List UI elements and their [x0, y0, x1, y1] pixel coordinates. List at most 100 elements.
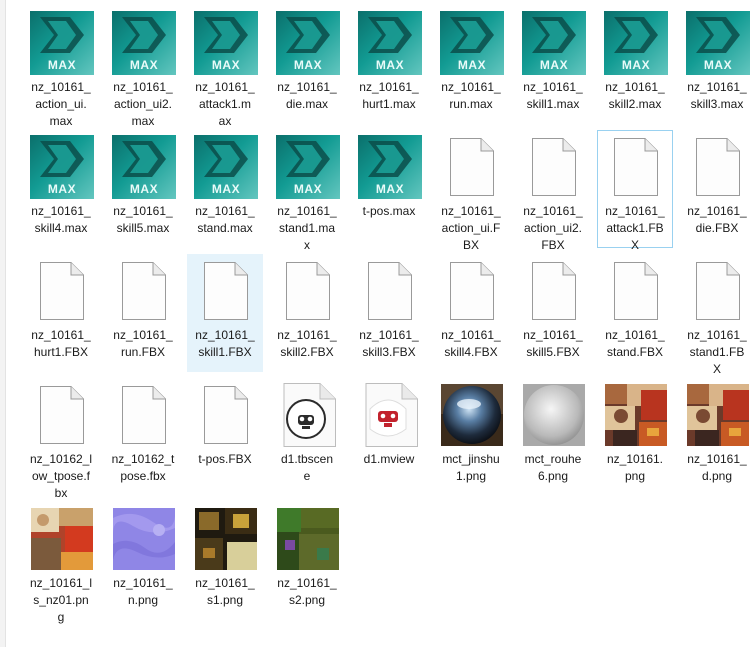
file-item[interactable]: mct_jinshu 1.png [433, 378, 509, 496]
file-thumbnail: MAX [358, 135, 422, 199]
max-icon-text: MAX [211, 182, 241, 196]
file-thumbnail: MAX [686, 11, 750, 75]
file-item[interactable]: MAX nz_10161_ run.max [433, 6, 509, 124]
file-item[interactable]: nz_10161_ die.FBX [679, 130, 754, 248]
file-item[interactable]: nz_10161_ skill3.FBX [351, 254, 427, 372]
image-thumbnail-icon [277, 508, 339, 570]
image-thumbnail-icon [195, 508, 257, 570]
file-name-label: nz_10161_ attack1.FB X [605, 204, 665, 252]
file-name-label: nz_10161_ skill3.FBX [359, 328, 419, 359]
file-item[interactable]: nz_10161. png [597, 378, 673, 496]
file-item[interactable]: nz_10162_l ow_tpose.f bx [23, 378, 99, 500]
file-item[interactable]: MAX nz_10161_ stand.max [187, 130, 263, 248]
file-item[interactable]: MAX nz_10161_ die.max [269, 6, 345, 124]
file-item[interactable]: nz_10161_ action_ui2. FBX [515, 130, 591, 252]
file-item[interactable]: nz_10161_ run.FBX [105, 254, 181, 372]
document-icon [204, 386, 248, 444]
3ds-max-icon: MAX [276, 135, 340, 199]
image-thumbnail-icon [605, 384, 667, 446]
file-item[interactable]: nz_10161_ attack1.FB X [597, 130, 673, 252]
file-thumbnail [276, 259, 340, 323]
3ds-max-icon: MAX [522, 11, 586, 75]
file-thumbnail [112, 383, 176, 447]
file-thumbnail [194, 507, 258, 571]
file-item[interactable]: MAX nz_10161_ hurt1.max [351, 6, 427, 124]
file-item[interactable]: MAX nz_10161_ stand1.ma x [269, 130, 345, 252]
file-thumbnail [30, 507, 94, 571]
file-item[interactable]: nz_10161_ skill2.FBX [269, 254, 345, 372]
file-thumbnail [440, 383, 504, 447]
document-icon [696, 138, 740, 196]
3ds-max-icon: MAX [194, 135, 258, 199]
file-name-label: nz_10161_ skill1.FBX [195, 328, 255, 359]
max-icon-text: MAX [129, 182, 159, 196]
file-item[interactable]: nz_10161_ n.png [105, 502, 181, 620]
file-name-label: nz_10161_ stand.max [195, 204, 255, 235]
max-icon-text: MAX [211, 58, 241, 72]
file-thumbnail [194, 259, 258, 323]
file-item[interactable]: MAX nz_10161_ skill4.max [23, 130, 99, 248]
file-item[interactable]: mct_rouhe 6.png [515, 378, 591, 496]
file-item[interactable]: nz_10161_ skill5.FBX [515, 254, 591, 372]
file-thumbnail [522, 383, 586, 447]
document-icon [368, 262, 412, 320]
file-item[interactable]: nz_10161_ stand1.FB X [679, 254, 754, 376]
file-thumbnail [686, 383, 750, 447]
document-icon [40, 262, 84, 320]
toolbag-scene-icon [283, 383, 336, 447]
file-name-label: nz_10161_ d.png [687, 452, 747, 483]
3ds-max-icon: MAX [276, 11, 340, 75]
file-thumbnail [276, 383, 340, 447]
file-thumbnail: MAX [440, 11, 504, 75]
file-name-label: d1.mview [363, 452, 415, 466]
file-item[interactable]: d1.tbscen e [269, 378, 345, 496]
file-item[interactable]: nz_10161_ stand.FBX [597, 254, 673, 372]
file-item[interactable]: d1.mview [351, 378, 427, 496]
file-thumbnail [112, 259, 176, 323]
file-thumbnail [522, 135, 586, 199]
document-icon [614, 262, 658, 320]
file-item[interactable]: nz_10161_ hurt1.FBX [23, 254, 99, 372]
file-item[interactable]: MAX nz_10161_ action_ui2. max [105, 6, 181, 128]
file-thumbnail [604, 259, 668, 323]
file-item[interactable]: t-pos.FBX [187, 378, 263, 496]
image-thumbnail-icon [523, 384, 585, 446]
max-icon-text: MAX [703, 58, 733, 72]
image-thumbnail-icon [31, 508, 93, 570]
file-item[interactable]: MAX nz_10161_ skill5.max [105, 130, 181, 248]
file-name-label: nz_10161_ hurt1.max [359, 80, 419, 111]
file-name-label: nz_10161_ stand1.FB X [687, 328, 747, 376]
file-thumbnail [604, 135, 668, 199]
file-item[interactable]: nz_10162_t pose.fbx [105, 378, 181, 496]
file-thumbnail [522, 259, 586, 323]
file-item[interactable]: nz_10161_ skill1.FBX [187, 254, 263, 372]
file-item[interactable]: nz_10161_ d.png [679, 378, 754, 496]
file-item[interactable]: MAX nz_10161_ skill2.max [597, 6, 673, 124]
file-name-label: t-pos.max [362, 204, 416, 218]
document-icon [286, 262, 330, 320]
file-thumbnail [440, 135, 504, 199]
max-icon-text: MAX [47, 182, 77, 196]
file-name-label: nz_10161_ skill5.max [113, 204, 173, 235]
file-item[interactable]: nz_10161_l s_nz01.pn g [23, 502, 99, 624]
file-item[interactable]: MAX nz_10161_ skill3.max [679, 6, 754, 124]
file-item[interactable]: nz_10161_ action_ui.F BX [433, 130, 509, 252]
file-item[interactable]: nz_10161_ s1.png [187, 502, 263, 620]
file-item[interactable]: nz_10161_ s2.png [269, 502, 345, 620]
file-item[interactable]: nz_10161_ skill4.FBX [433, 254, 509, 372]
file-thumbnail [276, 507, 340, 571]
file-thumbnail [358, 383, 422, 447]
file-item[interactable]: MAX t-pos.max [351, 130, 427, 248]
max-icon-text: MAX [293, 182, 323, 196]
file-item[interactable]: MAX nz_10161_ action_ui. max [23, 6, 99, 128]
navigation-pane-edge [0, 0, 6, 647]
file-item[interactable]: MAX nz_10161_ skill1.max [515, 6, 591, 124]
file-thumbnail [604, 383, 668, 447]
3ds-max-icon: MAX [440, 11, 504, 75]
file-item[interactable]: MAX nz_10161_ attack1.m ax [187, 6, 263, 128]
file-thumbnail [440, 259, 504, 323]
file-thumbnail [30, 383, 94, 447]
file-name-label: nz_10162_l ow_tpose.f bx [29, 452, 93, 500]
file-name-label: t-pos.FBX [198, 452, 252, 466]
file-thumbnail: MAX [30, 11, 94, 75]
